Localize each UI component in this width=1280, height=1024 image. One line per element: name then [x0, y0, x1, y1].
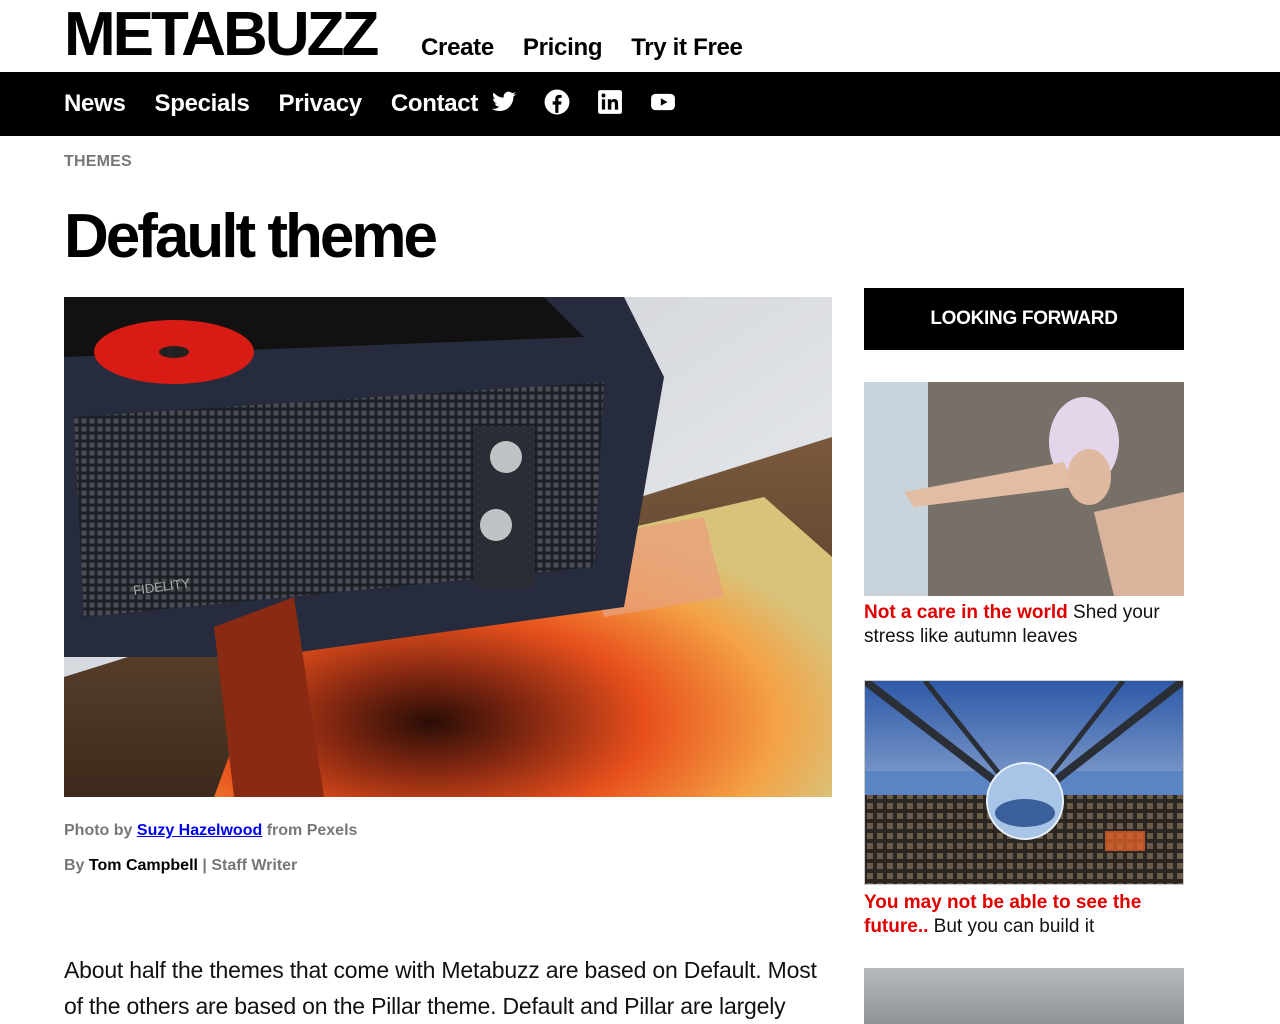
photographer-link[interactable]: Suzy Hazelwood	[137, 822, 262, 839]
sidebar-card-image[interactable]	[864, 382, 1184, 596]
top-nav-try-free[interactable]: Try it Free	[631, 33, 743, 63]
card-text: But you can build it	[933, 916, 1095, 937]
twitter-icon[interactable]	[491, 89, 517, 115]
linkedin-icon[interactable]	[597, 89, 623, 115]
nav-news[interactable]: News	[64, 89, 126, 119]
caption-prefix: Photo by	[64, 822, 133, 839]
nav-contact[interactable]: Contact	[391, 89, 479, 119]
nav-specials[interactable]: Specials	[155, 89, 250, 119]
site-header: METABUZZ Create Pricing Try it Free	[0, 0, 1280, 72]
sidebar-card-image[interactable]	[864, 968, 1184, 1024]
hero-image: FIDELITY	[64, 297, 832, 797]
byline-separator: |	[202, 857, 207, 874]
author-role: Staff Writer	[211, 857, 298, 874]
facebook-icon[interactable]	[544, 89, 570, 115]
top-nav-pricing[interactable]: Pricing	[523, 33, 603, 63]
byline-prefix: By	[64, 857, 85, 874]
photo-caption: Photo by Suzy Hazelwood from Pexels	[64, 822, 357, 840]
card-highlight: Not a care in the world	[864, 602, 1068, 623]
nav-privacy[interactable]: Privacy	[279, 89, 363, 119]
sidebar-card-image[interactable]	[864, 680, 1184, 885]
byline: By Tom Campbell | Staff Writer	[64, 857, 297, 875]
article-title: Default theme	[64, 202, 438, 271]
sidebar-card-text[interactable]: You may not be able to see the future.. …	[864, 891, 1184, 939]
caption-suffix: from Pexels	[266, 822, 358, 839]
article-body: About half the themes that come with Met…	[64, 957, 817, 1019]
sidebar-card-text[interactable]: Not a care in the world Shed your stress…	[864, 601, 1184, 649]
sidebar-heading: LOOKING FORWARD	[864, 288, 1184, 350]
youtube-icon[interactable]	[650, 89, 676, 115]
author-name: Tom Campbell	[88, 857, 198, 874]
site-logo[interactable]: METABUZZ	[64, 4, 379, 66]
top-nav: Create Pricing Try it Free	[421, 33, 772, 63]
main-nav: News Specials Privacy Contact	[0, 72, 1280, 136]
top-nav-create[interactable]: Create	[421, 33, 494, 63]
category-breadcrumb[interactable]: THEMES	[64, 153, 132, 171]
